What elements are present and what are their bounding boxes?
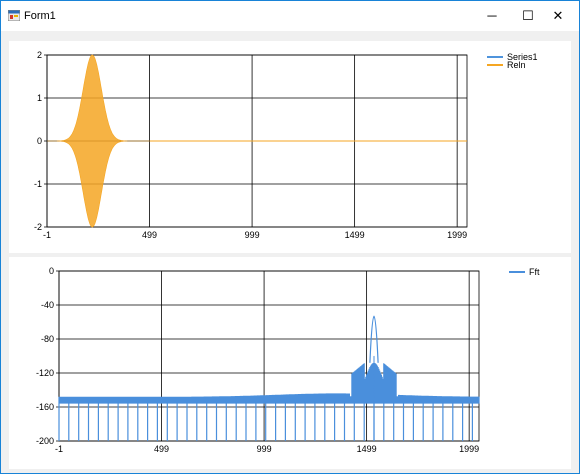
y-tick-label: 1 [37, 93, 42, 103]
x-tick-label: 999 [257, 444, 272, 454]
y-tick-label: 2 [37, 50, 42, 60]
minimize-button[interactable]: ─ [473, 1, 511, 31]
legend-label-reln: Reln [507, 60, 526, 70]
x-tick-label: 499 [142, 230, 157, 240]
x-tick-label: 1999 [447, 230, 467, 240]
chart-lower[interactable]: -1 499 999 1499 1999 0 -40 -80 -120 -160 -200 Fft [9, 257, 571, 469]
y-tick-label: -40 [41, 300, 54, 310]
close-button[interactable]: ✕ [539, 1, 577, 31]
app-window: Form1 ─ ☐ ✕ -1 499 999 1499 1999 2 1 0 -1 -2 Serie… [0, 0, 580, 474]
fft-series-peak [369, 315, 379, 363]
legend-label-fft: Fft [529, 267, 540, 277]
window-title: Form1 [24, 10, 56, 22]
y-tick-label: -120 [36, 368, 54, 378]
fft-series-comb [58, 362, 480, 441]
y-tick-label: -2 [34, 222, 42, 232]
x-tick-label: -1 [43, 230, 51, 240]
y-tick-label: -160 [36, 402, 54, 412]
winforms-app-icon [8, 10, 20, 21]
plot-frame [58, 270, 480, 442]
title-bar[interactable]: Form1 ─ ☐ ✕ [1, 1, 579, 31]
x-tick-label: 499 [154, 444, 169, 454]
chart-lower-plot: -1 499 999 1499 1999 0 -40 -80 -120 -160 -200 Fft [36, 266, 540, 454]
reln-series-envelope [47, 54, 150, 228]
x-tick-label: -1 [55, 444, 63, 454]
form-client-area: -1 499 999 1499 1999 2 1 0 -1 -2 Series1 Reln -1 499… [1, 31, 579, 473]
chart-upper[interactable]: -1 499 999 1499 1999 2 1 0 -1 -2 Series1 Reln [9, 41, 571, 253]
x-tick-label: 1499 [345, 230, 365, 240]
x-tick-label: 1999 [459, 444, 479, 454]
y-tick-label: -80 [41, 334, 54, 344]
y-tick-label: 0 [37, 136, 42, 146]
y-tick-label: 0 [49, 266, 54, 276]
chart-upper-plot: -1 499 999 1499 1999210-1-2Series1Reln [34, 50, 538, 240]
y-tick-label: -1 [34, 179, 42, 189]
y-tick-label: -200 [36, 436, 54, 446]
x-tick-label: 999 [245, 230, 260, 240]
x-tick-label: 1499 [357, 444, 377, 454]
